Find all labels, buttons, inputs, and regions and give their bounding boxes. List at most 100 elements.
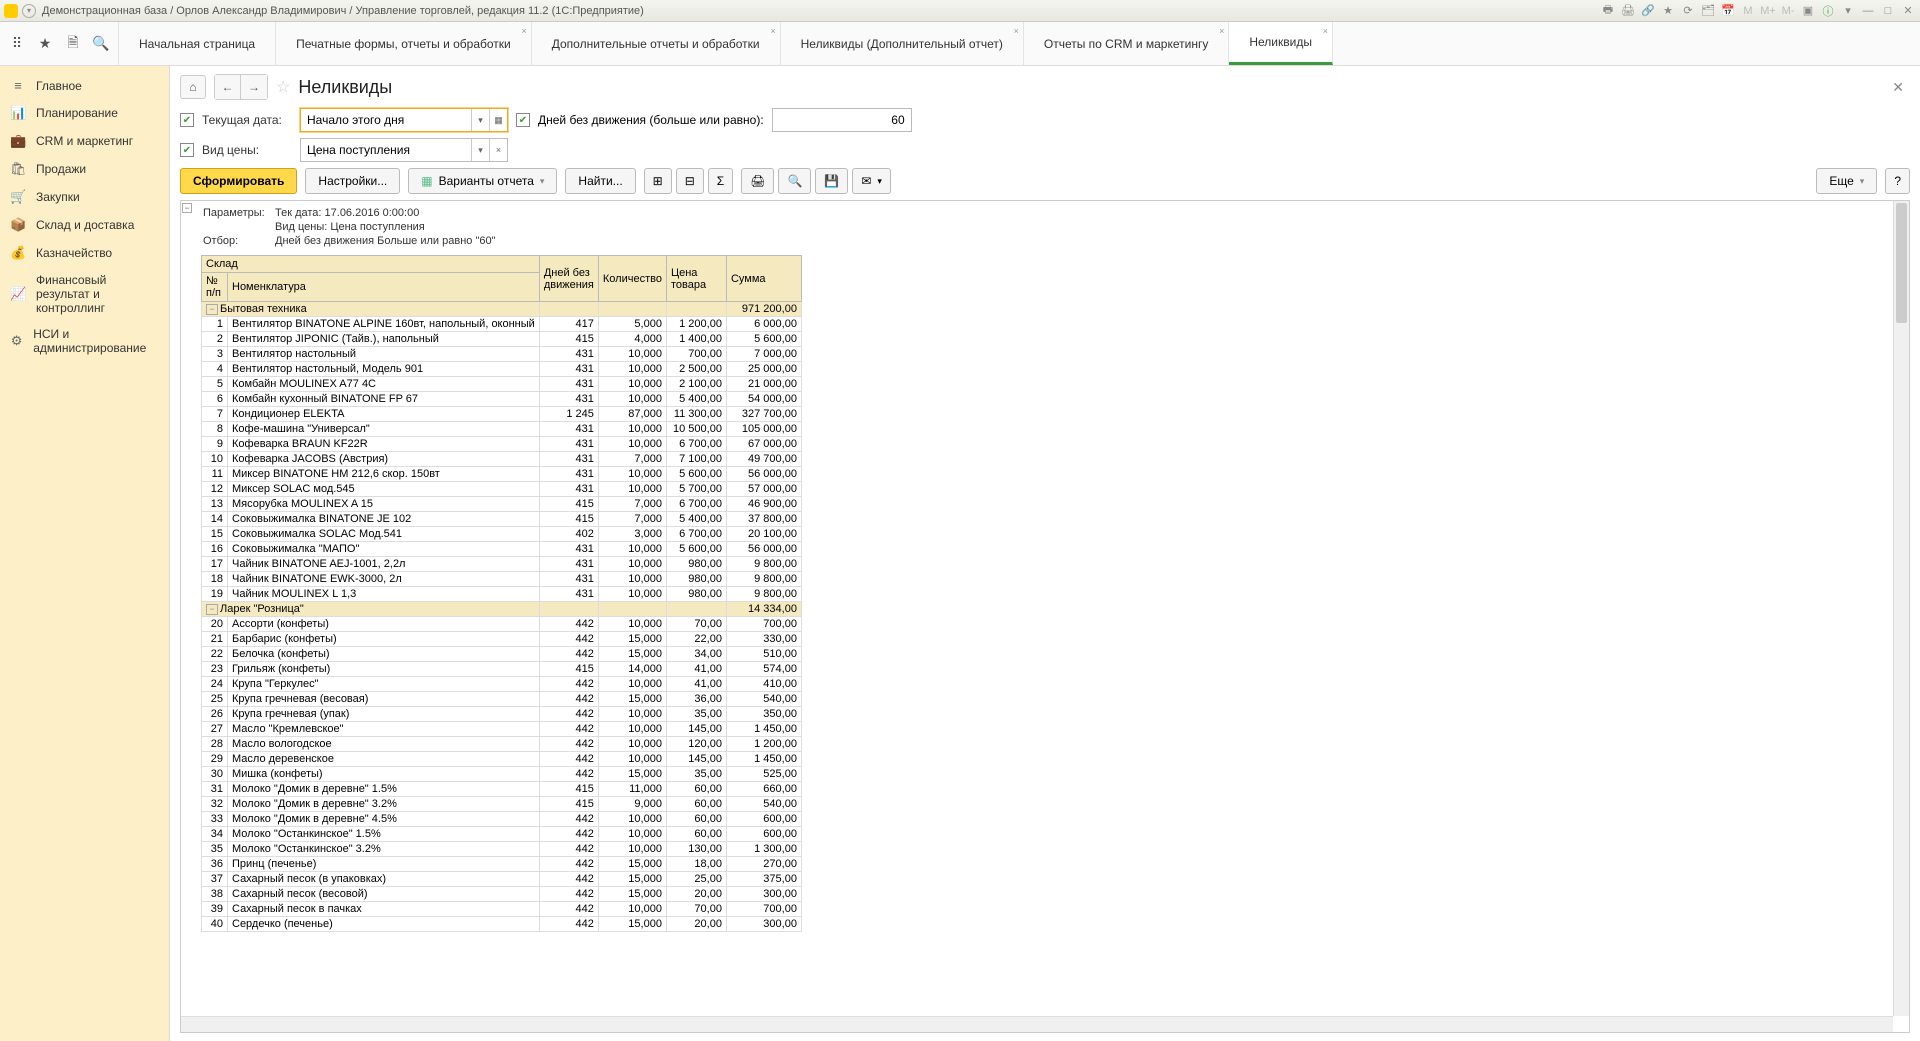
- home-button[interactable]: ⌂: [180, 75, 206, 99]
- tab-close-icon[interactable]: ×: [521, 26, 526, 36]
- table-row[interactable]: 21Барбарис (конфеты)44215,00022,00330,00: [202, 632, 802, 647]
- sys-icon[interactable]: ▾: [1840, 3, 1856, 19]
- sys-icon[interactable]: ⟳: [1680, 3, 1696, 19]
- table-row[interactable]: 1Вентилятор BINATONE ALPINE 160вт, напол…: [202, 317, 802, 332]
- close-page-button[interactable]: ✕: [1886, 79, 1910, 96]
- sidebar-item[interactable]: 📊Планирование: [0, 99, 169, 127]
- sidebar-item[interactable]: 🛍Продажи: [0, 155, 169, 183]
- table-row[interactable]: 24Крупа "Геркулес"44210,00041,00410,00: [202, 677, 802, 692]
- sys-icon[interactable]: 🔗: [1640, 3, 1656, 19]
- table-row[interactable]: 35Молоко "Останкинское" 3.2%44210,000130…: [202, 842, 802, 857]
- table-row[interactable]: 32Молоко "Домик в деревне" 3.2%4159,0006…: [202, 797, 802, 812]
- email-button[interactable]: ✉ ▾: [852, 168, 891, 194]
- table-row[interactable]: 13Мясорубка MOULINEX A 154157,0006 700,0…: [202, 497, 802, 512]
- dropdown-icon[interactable]: ▾: [471, 139, 489, 161]
- price-combo[interactable]: ▾ ×: [300, 138, 508, 162]
- sidebar-item[interactable]: ⚙НСИ и администрирование: [0, 321, 169, 361]
- table-row[interactable]: 30Мишка (конфеты)44215,00035,00525,00: [202, 767, 802, 782]
- vertical-scrollbar[interactable]: [1893, 201, 1909, 1016]
- table-row[interactable]: 39Сахарный песок в пачках44210,00070,007…: [202, 902, 802, 917]
- table-row[interactable]: 16Соковыжималка "МАПО"43110,0005 600,005…: [202, 542, 802, 557]
- minimize-icon[interactable]: —: [1860, 3, 1876, 19]
- table-row[interactable]: 15Соковыжималка SOLAC Мод.5414023,0006 7…: [202, 527, 802, 542]
- price-input[interactable]: [301, 139, 471, 161]
- table-row[interactable]: 8Кофе-машина "Универсал"43110,00010 500,…: [202, 422, 802, 437]
- tab-close-icon[interactable]: ×: [1219, 26, 1224, 36]
- apps-icon[interactable]: ⠿: [8, 35, 26, 53]
- sys-icon[interactable]: ▣: [1800, 3, 1816, 19]
- help-button[interactable]: ?: [1885, 168, 1910, 194]
- table-row[interactable]: 38Сахарный песок (весовой)44215,00020,00…: [202, 887, 802, 902]
- table-row[interactable]: 18Чайник BINATONE EWK-3000, 2л43110,0009…: [202, 572, 802, 587]
- forward-button[interactable]: →: [241, 75, 267, 99]
- collapse-button[interactable]: ⊟: [676, 168, 704, 194]
- tab[interactable]: Печатные формы, отчеты и обработки×: [276, 22, 532, 65]
- table-row[interactable]: 22Белочка (конфеты)44215,00034,00510,00: [202, 647, 802, 662]
- tab-close-icon[interactable]: ×: [1014, 26, 1019, 36]
- sidebar-item[interactable]: 💰Казначейство: [0, 239, 169, 267]
- price-checkbox[interactable]: ✔: [180, 143, 194, 157]
- table-row[interactable]: 5Комбайн MOULINEX A77 4C43110,0002 100,0…: [202, 377, 802, 392]
- sidebar-item[interactable]: 📦Склад и доставка: [0, 211, 169, 239]
- table-row[interactable]: 25Крупа гречневая (весовая)44215,00036,0…: [202, 692, 802, 707]
- days-input[interactable]: [772, 108, 912, 132]
- table-row[interactable]: 23Грильяж (конфеты)41514,00041,00574,00: [202, 662, 802, 677]
- more-button[interactable]: Еще ▾: [1816, 168, 1877, 194]
- tab[interactable]: Неликвиды×: [1229, 22, 1333, 65]
- settings-button[interactable]: Настройки...: [305, 168, 400, 194]
- clear-icon[interactable]: ×: [489, 139, 507, 161]
- table-row[interactable]: 6Комбайн кухонный BINATONE FP 6743110,00…: [202, 392, 802, 407]
- table-row[interactable]: 9Кофеварка BRAUN KF22R43110,0006 700,006…: [202, 437, 802, 452]
- table-row[interactable]: 28Масло вологодское44210,000120,001 200,…: [202, 737, 802, 752]
- sys-icon[interactable]: 📅: [1720, 3, 1736, 19]
- expand-button[interactable]: ⊞: [644, 168, 672, 194]
- tree-toggle[interactable]: −: [182, 203, 192, 213]
- maximize-icon[interactable]: □: [1880, 3, 1896, 19]
- table-row[interactable]: 17Чайник BINATONE AEJ-1001, 2,2л43110,00…: [202, 557, 802, 572]
- table-row[interactable]: 31Молоко "Домик в деревне" 1.5%41511,000…: [202, 782, 802, 797]
- table-row[interactable]: 29Масло деревенское44210,000145,001 450,…: [202, 752, 802, 767]
- days-checkbox[interactable]: ✔: [516, 113, 530, 127]
- app-menu-dropdown[interactable]: ▾: [22, 4, 36, 18]
- date-checkbox[interactable]: ✔: [180, 113, 194, 127]
- table-row[interactable]: 10Кофеварка JACOBS (Австрия)4317,0007 10…: [202, 452, 802, 467]
- sidebar-item[interactable]: 📈Финансовый результат и контроллинг: [0, 267, 169, 321]
- table-row[interactable]: 11Миксер BINATONE HM 212,6 скор. 150вт43…: [202, 467, 802, 482]
- sys-icon[interactable]: 🗂: [1700, 3, 1716, 19]
- variants-button[interactable]: ▦Варианты отчета ▾: [408, 168, 557, 194]
- preview-button[interactable]: 🔍: [778, 168, 811, 194]
- sys-icon[interactable]: M+: [1760, 3, 1776, 19]
- tree-toggle-icon[interactable]: −: [206, 304, 218, 315]
- tab[interactable]: Неликвиды (Дополнительный отчет)×: [781, 22, 1024, 65]
- table-row[interactable]: 37Сахарный песок (в упаковках)44215,0002…: [202, 872, 802, 887]
- table-row[interactable]: 26Крупа гречневая (упак)44210,00035,0035…: [202, 707, 802, 722]
- table-row[interactable]: 12Миксер SOLAC мод.54543110,0005 700,005…: [202, 482, 802, 497]
- table-row[interactable]: 33Молоко "Домик в деревне" 4.5%44210,000…: [202, 812, 802, 827]
- horizontal-scrollbar[interactable]: [181, 1016, 1893, 1032]
- close-icon[interactable]: ✕: [1900, 3, 1916, 19]
- table-row[interactable]: 14Соковыжималка BINATONE JE 1024157,0005…: [202, 512, 802, 527]
- save-button[interactable]: 💾: [815, 168, 848, 194]
- sidebar-item[interactable]: 🛒Закупки: [0, 183, 169, 211]
- tab-close-icon[interactable]: ×: [1323, 26, 1328, 36]
- sys-icon[interactable]: M-: [1780, 3, 1796, 19]
- table-row[interactable]: 34Молоко "Останкинское" 1.5%44210,00060,…: [202, 827, 802, 842]
- generate-button[interactable]: Сформировать: [180, 168, 297, 194]
- table-row[interactable]: 20Ассорти (конфеты)44210,00070,00700,00: [202, 617, 802, 632]
- tab-close-icon[interactable]: ×: [770, 26, 775, 36]
- table-row[interactable]: 36Принц (печенье)44215,00018,00270,00: [202, 857, 802, 872]
- sys-icon[interactable]: 🖶: [1600, 3, 1616, 19]
- tab[interactable]: Отчеты по CRM и маркетингу×: [1024, 22, 1229, 65]
- date-input[interactable]: [301, 109, 471, 131]
- table-row[interactable]: 2Вентилятор JIPONIC (Тайв.), напольный41…: [202, 332, 802, 347]
- print-button[interactable]: 🖨: [741, 168, 774, 194]
- tree-toggle-icon[interactable]: −: [206, 604, 218, 615]
- group-row[interactable]: −Бытовая техника971 200,00: [202, 302, 802, 317]
- clipboard-icon[interactable]: 🗎: [64, 35, 82, 53]
- table-row[interactable]: 7Кондиционер ELEKTA1 24587,00011 300,003…: [202, 407, 802, 422]
- date-combo[interactable]: ▾ ▦: [300, 108, 508, 132]
- sidebar-item[interactable]: ≡Главное: [0, 72, 169, 99]
- sys-icon[interactable]: ★: [1660, 3, 1676, 19]
- table-row[interactable]: 3Вентилятор настольный43110,000700,007 0…: [202, 347, 802, 362]
- table-row[interactable]: 27Масло "Кремлевское"44210,000145,001 45…: [202, 722, 802, 737]
